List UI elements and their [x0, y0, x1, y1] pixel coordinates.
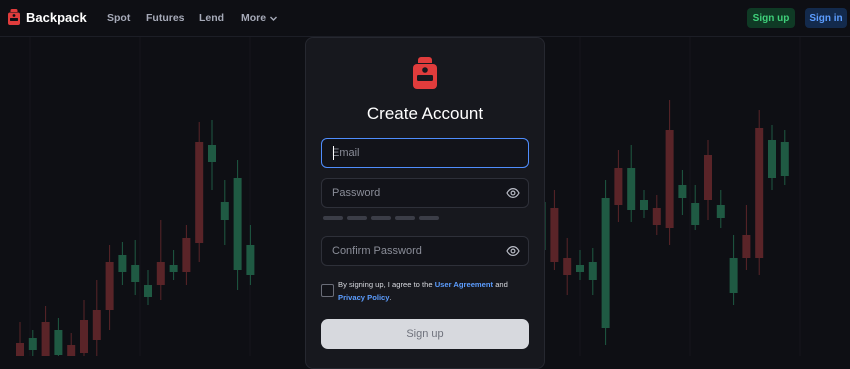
candle-body [716, 205, 725, 218]
strength-segment [323, 216, 343, 220]
strength-segment [395, 216, 415, 220]
candle-body [131, 265, 140, 282]
candle-body [601, 198, 610, 328]
candle-body [678, 185, 687, 198]
nav-more[interactable]: More [241, 12, 278, 24]
candle-body [691, 203, 700, 225]
candle-body [182, 238, 191, 272]
candle-body [41, 322, 50, 356]
terms-suffix: . [389, 293, 392, 302]
terms-middle: and [493, 280, 508, 289]
top-navigation-bar: Backpack Spot Futures Lend More Sign up … [0, 0, 850, 37]
chevron-down-icon [270, 16, 278, 21]
candle-body [246, 245, 255, 275]
terms-prefix: By signing up, I agree to the [338, 280, 435, 289]
nav-more-label: More [241, 12, 267, 24]
candle-body [118, 255, 127, 272]
password-strength-meter [323, 216, 439, 220]
confirm-password-input[interactable] [322, 236, 528, 266]
candle-body [627, 168, 636, 210]
strength-segment [371, 216, 391, 220]
confirm-password-field [321, 236, 529, 266]
signup-header-button[interactable]: Sign up [747, 8, 795, 28]
strength-segment [419, 216, 439, 220]
candle-body [233, 178, 242, 270]
candle-body [563, 258, 572, 275]
candle-body [780, 142, 789, 176]
candle-body [640, 200, 648, 210]
brand-link[interactable]: Backpack [8, 9, 87, 25]
candle-body [729, 258, 738, 293]
candle-body [105, 262, 114, 310]
candle-body [67, 345, 76, 356]
candle-body [742, 235, 751, 258]
backpack-logo-icon [8, 9, 20, 25]
strength-segment [347, 216, 367, 220]
backpack-logo-icon [413, 57, 437, 89]
candle-body [144, 285, 152, 297]
candle-body [16, 343, 24, 356]
candle-body [195, 142, 204, 243]
password-field [321, 178, 529, 208]
candle-body [755, 128, 764, 258]
signup-submit-button[interactable]: Sign up [321, 319, 529, 349]
user-agreement-link[interactable]: User Agreement [435, 280, 493, 289]
text-caret [333, 146, 334, 160]
candle-body [28, 338, 37, 350]
signin-header-button[interactable]: Sign in [805, 8, 847, 28]
candle-body [665, 130, 674, 228]
password-input[interactable] [322, 178, 528, 208]
email-input[interactable] [322, 138, 528, 168]
candle-body [704, 155, 712, 200]
candle-body [208, 145, 216, 162]
candle-body [80, 320, 88, 353]
candle-body [220, 202, 229, 220]
brand-name: Backpack [26, 9, 87, 25]
candle-body [92, 310, 101, 340]
page-title: Create Account [366, 104, 484, 123]
candle-body [576, 265, 584, 272]
eye-icon[interactable] [506, 186, 520, 200]
candle-body [54, 330, 63, 355]
eye-icon[interactable] [506, 244, 520, 258]
candle-body [652, 208, 661, 225]
candle-body [169, 265, 178, 272]
create-account-card: Create Account By signing up, I agree to… [305, 37, 545, 369]
privacy-policy-link[interactable]: Privacy Policy [338, 293, 390, 302]
email-field [321, 138, 529, 168]
nav-lend[interactable]: Lend [199, 12, 224, 24]
terms-text: By signing up, I agree to the User Agree… [338, 278, 530, 304]
candle-body [156, 262, 165, 285]
nav-futures[interactable]: Futures [146, 12, 185, 24]
candle-body [588, 262, 597, 280]
candle-body [614, 168, 623, 205]
terms-checkbox[interactable] [321, 284, 334, 297]
candle-body [768, 140, 776, 178]
nav-spot[interactable]: Spot [107, 12, 130, 24]
candle-body [550, 208, 559, 262]
